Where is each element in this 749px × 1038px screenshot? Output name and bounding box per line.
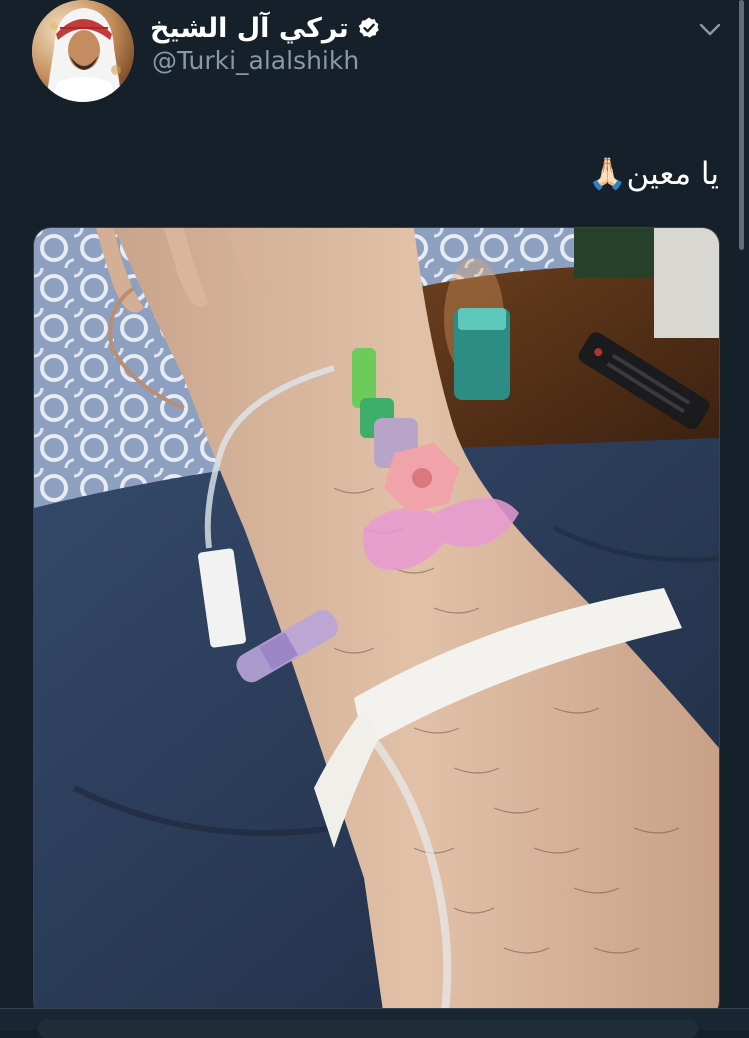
tweet-photo[interactable] xyxy=(33,227,720,1019)
chevron-down-icon xyxy=(699,23,721,36)
tweet-menu-button[interactable] xyxy=(694,16,726,44)
display-name[interactable]: تركي آل الشيخ xyxy=(150,13,349,44)
author-handle[interactable]: @Turki_alalshikh xyxy=(152,46,359,75)
author-name-row[interactable]: تركي آل الشيخ xyxy=(150,8,381,48)
scrollbar-thumb[interactable] xyxy=(739,0,744,250)
photo-image xyxy=(34,228,719,1018)
next-item-pill[interactable] xyxy=(38,1020,698,1038)
verified-badge-icon xyxy=(357,16,381,40)
tweet-text: يا معين🙏🏻 xyxy=(587,156,719,192)
avatar-image xyxy=(32,0,134,102)
avatar[interactable] xyxy=(32,0,134,102)
tweet: تركي آل الشيخ @Turki_alalshikh يا معين🙏🏻 xyxy=(0,0,749,1038)
